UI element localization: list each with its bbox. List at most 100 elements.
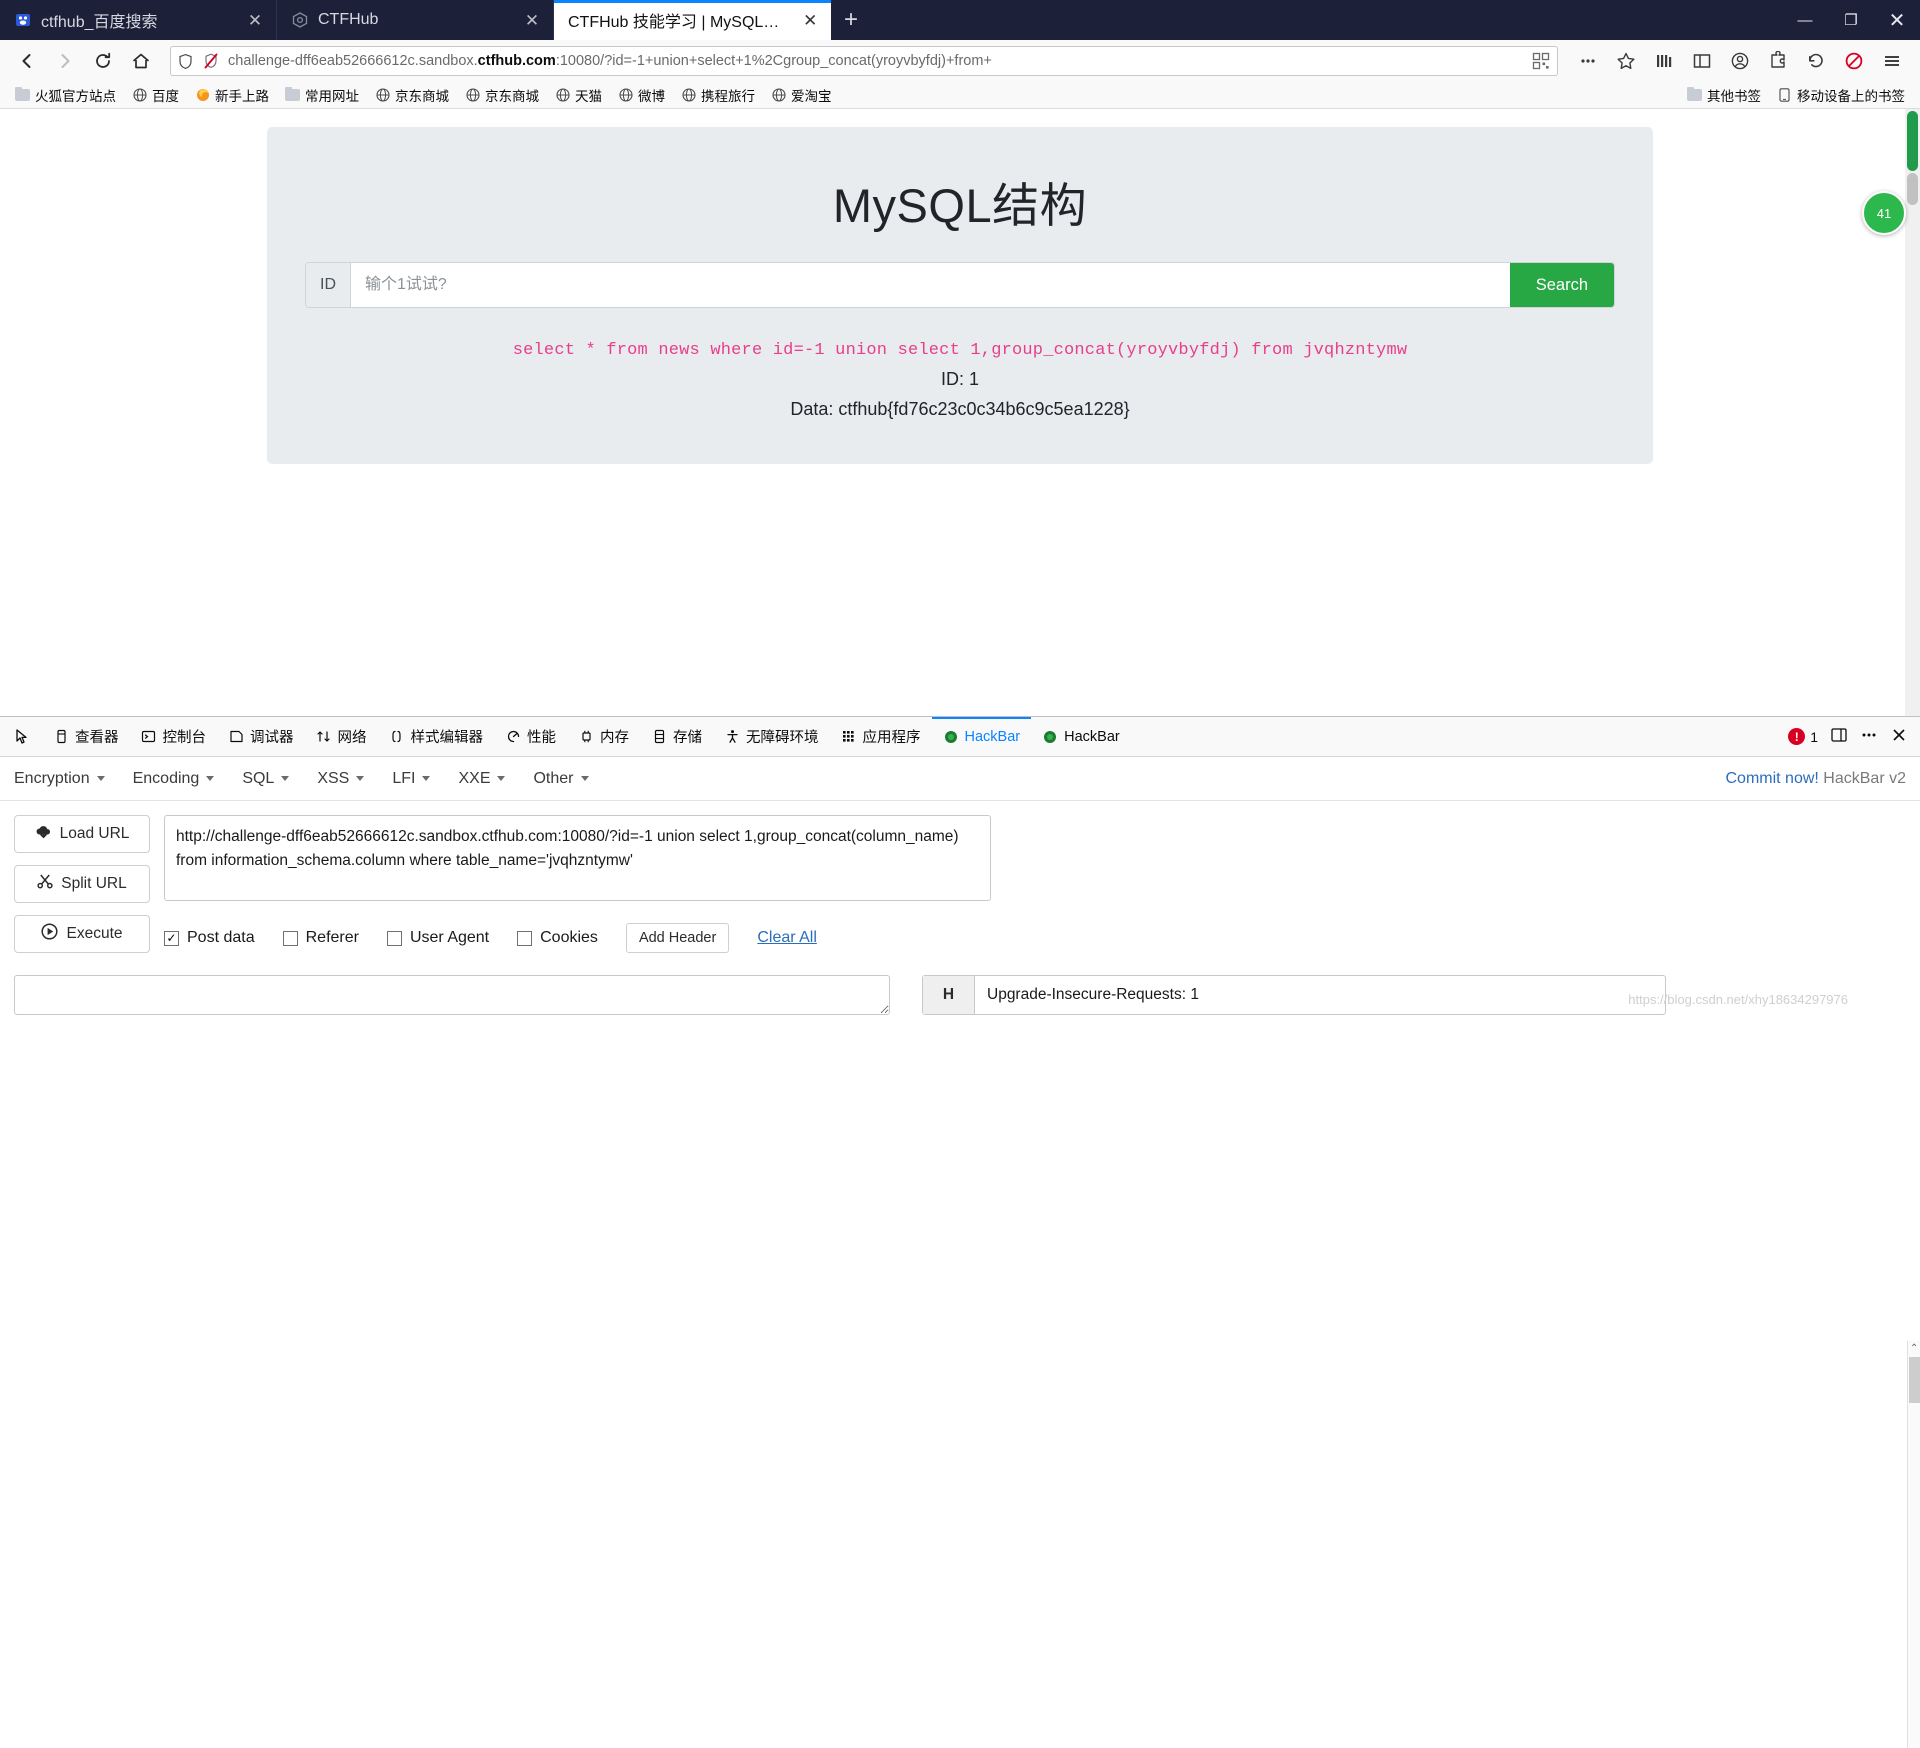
devtools-scrollbar-thumb[interactable]: [1909, 1357, 1920, 1403]
hackbar-main-column: ✓ Post data Referer User Agent Cookies: [164, 815, 1906, 953]
bookmark-label: 常用网址: [305, 89, 359, 104]
add-header-button[interactable]: Add Header: [625, 923, 730, 953]
commit-now-link[interactable]: Commit now!: [1726, 770, 1819, 787]
devtools-tab-style-editor[interactable]: 样式编辑器: [378, 717, 495, 757]
hamburger-menu-icon[interactable]: [1874, 45, 1910, 77]
sidebar-icon[interactable]: [1684, 45, 1720, 77]
chevron-down-icon: [281, 776, 290, 781]
hackbar-menu-lfi[interactable]: LFI: [392, 770, 446, 788]
dock-icon[interactable]: [1830, 726, 1848, 748]
devtools-tab-accessibility[interactable]: 无障碍环境: [713, 717, 830, 757]
header-value-input[interactable]: Upgrade-Insecure-Requests: 1: [975, 976, 1665, 1014]
bookmark-item[interactable]: 携程旅行: [674, 83, 762, 107]
bookmark-item[interactable]: 京东商城: [368, 83, 456, 107]
chevron-down-icon: [96, 776, 105, 781]
no-entry-icon[interactable]: [1836, 45, 1872, 77]
devtools-tab-storage[interactable]: 存储: [640, 717, 713, 757]
back-arrow-icon[interactable]: [10, 45, 44, 77]
hackbar-version-suffix: HackBar v2: [1818, 769, 1906, 787]
bookmark-item[interactable]: 常用网址: [278, 83, 366, 107]
globe-icon: [555, 88, 570, 102]
bookmark-other-folder[interactable]: 其他书签: [1680, 83, 1768, 107]
split-url-button[interactable]: Split URL: [14, 865, 150, 903]
bookmark-label: 火狐官方站点: [35, 89, 116, 104]
hackbar-url-input[interactable]: [164, 815, 991, 901]
scrollbar-thumb[interactable]: [1907, 111, 1918, 171]
execute-button[interactable]: Execute: [14, 915, 150, 953]
star-icon[interactable]: [1608, 45, 1644, 77]
hackbar-menu-encoding[interactable]: Encoding: [133, 770, 231, 788]
address-bar[interactable]: challenge-dff6eab52666612c.sandbox.ctfhu…: [170, 46, 1558, 76]
devtools-close-icon[interactable]: [1890, 726, 1908, 748]
close-icon[interactable]: ✕: [244, 9, 266, 31]
user-agent-checkbox[interactable]: User Agent: [386, 929, 489, 947]
element-picker-icon[interactable]: [4, 728, 42, 746]
minimize-button[interactable]: —: [1782, 0, 1828, 40]
qr-icon[interactable]: [1531, 52, 1551, 70]
referer-checkbox[interactable]: Referer: [282, 929, 359, 947]
hackbar-menu-other[interactable]: Other: [533, 770, 604, 788]
devtools-tab-label: 性能: [527, 730, 556, 746]
scrollbar-thumb-secondary[interactable]: [1907, 173, 1918, 205]
hackbar-menu-xss[interactable]: XSS: [317, 770, 380, 788]
hackbar-menu-xxe[interactable]: XXE: [458, 770, 521, 788]
bookmark-item[interactable]: 京东商城: [458, 83, 546, 107]
error-count-badge[interactable]: ! 1: [1788, 728, 1818, 745]
load-url-button[interactable]: Load URL: [14, 815, 150, 853]
undo-icon[interactable]: [1798, 45, 1834, 77]
library-icon[interactable]: [1646, 45, 1682, 77]
bookmark-item[interactable]: 爱淘宝: [764, 83, 839, 107]
menu-label: SQL: [242, 769, 275, 787]
menu-label: Other: [533, 769, 574, 787]
shield-icon[interactable]: [177, 53, 194, 70]
devtools-ellipsis-icon[interactable]: [1860, 726, 1878, 748]
devtools-tab-hackbar-2[interactable]: HackBar: [1031, 717, 1131, 757]
close-icon[interactable]: ✕: [521, 9, 543, 31]
menu-label: XSS: [317, 769, 350, 787]
page-scrollbar[interactable]: [1905, 109, 1920, 716]
tracking-protection-off-icon[interactable]: [201, 52, 221, 70]
bookmark-item[interactable]: 火狐官方站点: [8, 83, 123, 107]
hackbar-menu-encryption[interactable]: Encryption: [14, 770, 121, 788]
scroll-up-icon[interactable]: ⌃: [1910, 1343, 1918, 1354]
post-data-input[interactable]: [14, 975, 890, 1015]
devtools-tab-application[interactable]: 应用程序: [830, 717, 932, 757]
extension-icon[interactable]: [1760, 45, 1796, 77]
bookmark-item[interactable]: 天猫: [548, 83, 609, 107]
devtools-scrollbar[interactable]: ⌃: [1907, 1341, 1920, 1748]
hackbar-menu-sql[interactable]: SQL: [242, 770, 305, 788]
bookmark-mobile-folder[interactable]: 移动设备上的书签: [1770, 83, 1912, 107]
page-actions-ellipsis-icon[interactable]: [1570, 45, 1606, 77]
devtools-tab-performance[interactable]: 性能: [494, 717, 567, 757]
close-icon[interactable]: ✕: [799, 9, 821, 31]
cookies-checkbox[interactable]: Cookies: [517, 929, 598, 947]
new-tab-button[interactable]: +: [831, 0, 871, 40]
maximize-button[interactable]: ❐: [1828, 0, 1874, 40]
clear-all-link[interactable]: Clear All: [757, 929, 817, 947]
search-button[interactable]: Search: [1509, 263, 1614, 307]
close-window-button[interactable]: ✕: [1874, 0, 1920, 40]
search-input[interactable]: [351, 263, 1510, 307]
devtools-tab-label: 样式编辑器: [410, 730, 484, 746]
bookmark-item[interactable]: 新手上路: [188, 83, 276, 107]
home-icon[interactable]: [124, 45, 158, 77]
firefox-icon: [195, 88, 210, 102]
devtools-tab-debugger[interactable]: 调试器: [217, 717, 305, 757]
devtools-tab-network[interactable]: 网络: [305, 717, 378, 757]
reload-icon[interactable]: [86, 45, 120, 77]
browser-tab-2-active[interactable]: CTFHub 技能学习 | MySQL结构 ✕: [554, 0, 831, 40]
checkbox-icon: [386, 930, 402, 946]
devtools-tab-inspector[interactable]: 查看器: [42, 717, 130, 757]
browser-tab-0[interactable]: ctfhub_百度搜索 ✕: [0, 0, 277, 40]
devtools-tab-memory[interactable]: 内存: [567, 717, 640, 757]
post-data-checkbox[interactable]: ✓ Post data: [164, 929, 255, 947]
browser-tab-1[interactable]: CTFHub ✕: [277, 0, 554, 40]
devtools-tab-console[interactable]: 控制台: [130, 717, 218, 757]
button-label: Load URL: [59, 825, 130, 842]
bookmark-item[interactable]: 百度: [125, 83, 186, 107]
float-badge[interactable]: 41: [1862, 191, 1906, 235]
devtools-tab-hackbar-active[interactable]: HackBar: [931, 716, 1032, 757]
hackbar-options-row: ✓ Post data Referer User Agent Cookies A…: [164, 923, 1906, 953]
bookmark-item[interactable]: 微博: [611, 83, 672, 107]
account-icon[interactable]: [1722, 45, 1758, 77]
